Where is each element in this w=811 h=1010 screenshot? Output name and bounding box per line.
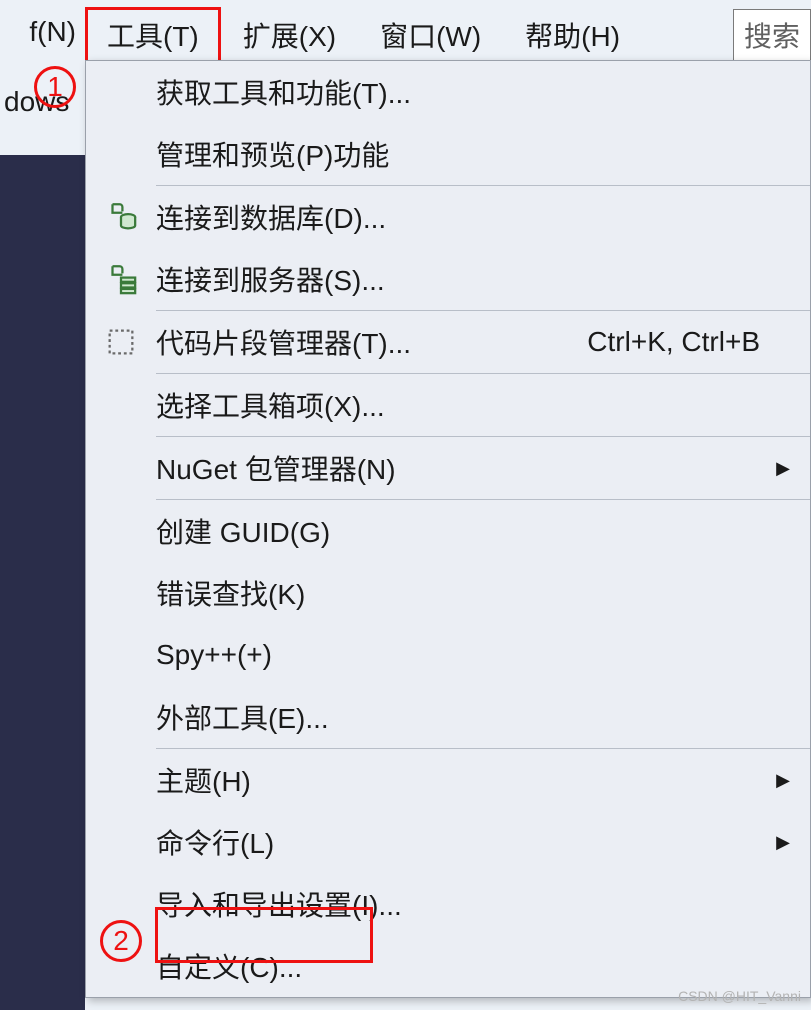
menu-item-label: 连接到服务器(S)... bbox=[156, 259, 385, 299]
menu-tools[interactable]: 工具(T) bbox=[85, 7, 221, 63]
menu-item-spy[interactable]: Spy++(+) bbox=[86, 624, 810, 686]
menu-item-label: 连接到数据库(D)... bbox=[156, 197, 386, 237]
menu-item-command-line[interactable]: 命令行(L) ▶ bbox=[86, 811, 810, 873]
menu-item-external-tools[interactable]: 外部工具(E)... bbox=[86, 686, 810, 748]
search-input[interactable]: 搜索 bbox=[733, 9, 811, 61]
menu-item-manage-preview[interactable]: 管理和预览(P)功能 bbox=[86, 123, 810, 185]
tools-dropdown: 获取工具和功能(T)... 管理和预览(P)功能 连接到数据库(D)... 连接… bbox=[85, 60, 811, 998]
menu-item-label: 代码片段管理器(T)... bbox=[156, 322, 411, 362]
menu-item-label: 命令行(L) bbox=[156, 822, 274, 862]
menu-item-label: 外部工具(E)... bbox=[156, 697, 329, 737]
menu-item-shortcut: Ctrl+K, Ctrl+B bbox=[587, 326, 790, 358]
menu-item-label: 管理和预览(P)功能 bbox=[156, 134, 389, 174]
submenu-arrow-icon: ▶ bbox=[776, 458, 790, 479]
menu-item-label: Spy++(+) bbox=[156, 639, 272, 671]
submenu-arrow-icon: ▶ bbox=[776, 832, 790, 853]
menu-item-label: 导入和导出设置(I)... bbox=[156, 884, 402, 924]
menu-item-label: 错误查找(K) bbox=[156, 573, 305, 613]
menu-item-label: NuGet 包管理器(N) bbox=[156, 448, 396, 488]
annotation-callout-1: 1 bbox=[34, 66, 76, 108]
menu-item-label: 创建 GUID(G) bbox=[156, 511, 330, 551]
menu-item-create-guid[interactable]: 创建 GUID(G) bbox=[86, 500, 810, 562]
menu-extensions[interactable]: 扩展(X) bbox=[221, 7, 358, 63]
menu-item-label: 获取工具和功能(T)... bbox=[156, 72, 411, 112]
submenu-arrow-icon: ▶ bbox=[776, 770, 790, 791]
server-icon bbox=[86, 262, 156, 296]
menu-item-connect-server[interactable]: 连接到服务器(S)... bbox=[86, 248, 810, 310]
menubar-fragment-left: f(N) bbox=[0, 16, 80, 48]
menu-item-choose-toolbox[interactable]: 选择工具箱项(X)... bbox=[86, 374, 810, 436]
menu-item-import-export[interactable]: 导入和导出设置(I)... bbox=[86, 873, 810, 935]
annotation-callout-2: 2 bbox=[100, 920, 142, 962]
menu-window[interactable]: 窗口(W) bbox=[358, 7, 503, 63]
watermark: CSDN @HIT_Vanni bbox=[678, 988, 801, 1004]
menu-item-connect-database[interactable]: 连接到数据库(D)... bbox=[86, 186, 810, 248]
menu-item-get-tools[interactable]: 获取工具和功能(T)... bbox=[86, 61, 810, 123]
sidebar-background bbox=[0, 155, 85, 1010]
menu-item-snippet-manager[interactable]: 代码片段管理器(T)... Ctrl+K, Ctrl+B bbox=[86, 311, 810, 373]
menu-item-error-lookup[interactable]: 错误查找(K) bbox=[86, 562, 810, 624]
database-icon bbox=[86, 200, 156, 234]
menu-item-label: 自定义(C)... bbox=[156, 946, 302, 986]
snippet-icon bbox=[86, 325, 156, 359]
menu-item-label: 选择工具箱项(X)... bbox=[156, 385, 385, 425]
menu-item-theme[interactable]: 主题(H) ▶ bbox=[86, 749, 810, 811]
menu-item-label: 主题(H) bbox=[156, 760, 251, 800]
menu-help[interactable]: 帮助(H) bbox=[503, 7, 642, 63]
menu-item-nuget[interactable]: NuGet 包管理器(N) ▶ bbox=[86, 437, 810, 499]
